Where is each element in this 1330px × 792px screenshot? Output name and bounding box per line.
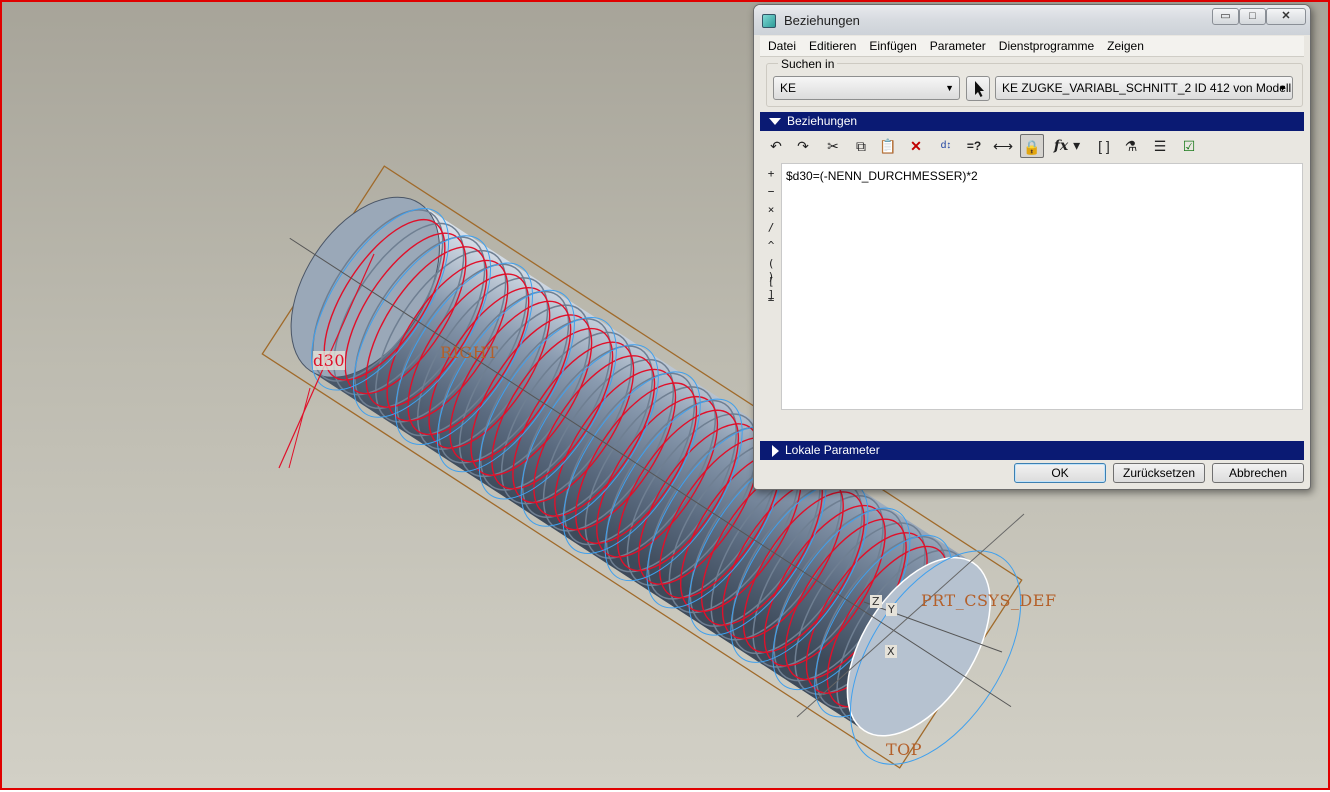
chevron-down-icon: ▼	[1278, 83, 1287, 93]
close-button[interactable]: ✕	[1266, 8, 1306, 25]
top-plane-label[interactable]: TOP	[886, 740, 922, 759]
chevron-down-icon: ▼	[945, 83, 954, 93]
verify-icon[interactable]: ⚗	[1119, 134, 1143, 158]
cut-icon[interactable]: ✂	[821, 134, 845, 158]
relations-section-label: Beziehungen	[787, 114, 858, 128]
operator-palette: + − × / ^ ( ) [ ] =	[764, 167, 778, 311]
operator-brackets[interactable]: [ ]	[764, 275, 778, 301]
brackets-icon[interactable]: [ ]	[1092, 134, 1116, 158]
minimize-button[interactable]: ▭	[1212, 8, 1239, 25]
menubar: Datei Editieren Einfügen Parameter Dienstpro…	[760, 36, 1304, 57]
maximize-button[interactable]: □	[1239, 8, 1266, 25]
ok-button[interactable]: OK	[1014, 463, 1106, 483]
show-dimension-icon[interactable]: ⟷	[991, 134, 1015, 158]
cancel-button[interactable]: Abbrechen	[1212, 463, 1304, 483]
menu-einfuegen[interactable]: Einfügen	[861, 36, 921, 53]
operator-divide[interactable]: /	[764, 221, 778, 239]
execute-icon[interactable]: ☑	[1177, 134, 1201, 158]
feature-select-value: KE ZUGKE_VARIABL_SCHNITT_2 ID 412 von Mo…	[1002, 81, 1292, 95]
operator-minus[interactable]: −	[764, 185, 778, 203]
menu-parameter[interactable]: Parameter	[922, 36, 991, 53]
local-params-section-label: Lokale Parameter	[785, 443, 880, 457]
sort-icon[interactable]: ☰	[1148, 134, 1172, 158]
local-params-section-header[interactable]: Lokale Parameter	[760, 441, 1304, 460]
function-icon[interactable]: fx ▾	[1050, 134, 1084, 158]
right-plane-label[interactable]: RIGHT	[440, 343, 498, 362]
relations-section-header[interactable]: Beziehungen	[760, 112, 1304, 131]
paste-icon[interactable]: 📋	[876, 134, 900, 158]
search-type-select[interactable]: KE ▼	[773, 76, 960, 100]
redo-icon[interactable]: ↷	[791, 134, 815, 158]
csys-label[interactable]: PRT_CSYS_DEF	[921, 591, 1057, 610]
relations-toolbar: ↶ ↷ ✂ ⧉ 📋 ✕ d↕ =? ⟷ 🔒 fx ▾ [ ] ⚗ ☰ ☑	[764, 134, 1300, 160]
switch-dimensions-icon[interactable]: d↕	[934, 134, 958, 158]
cursor-arrow-icon	[975, 81, 984, 97]
pick-feature-button[interactable]	[966, 76, 990, 101]
operator-equals[interactable]: =	[764, 293, 778, 311]
operator-plus[interactable]: +	[764, 167, 778, 185]
feature-select[interactable]: KE ZUGKE_VARIABL_SCHNITT_2 ID 412 von Mo…	[995, 76, 1293, 100]
expand-triangle-icon	[772, 444, 779, 457]
collapse-triangle-icon	[769, 118, 781, 126]
dimension-leader-2	[288, 387, 311, 469]
operator-parentheses[interactable]: ( )	[764, 257, 778, 283]
search-label: Suchen in	[778, 57, 838, 71]
delete-icon[interactable]: ✕	[904, 134, 928, 158]
operator-multiply[interactable]: ×	[764, 203, 778, 221]
dimension-label[interactable]: d30	[313, 351, 346, 370]
menu-editieren[interactable]: Editieren	[801, 36, 861, 53]
highlight-icon[interactable]: 🔒	[1020, 134, 1044, 158]
axis-z-label: Z	[870, 595, 882, 608]
copy-icon[interactable]: ⧉	[849, 134, 873, 158]
search-type-value: KE	[780, 81, 797, 95]
menu-dienstprogramme[interactable]: Dienstprogramme	[991, 36, 1099, 53]
menu-datei[interactable]: Datei	[760, 36, 801, 53]
axis-x-label: X	[885, 645, 897, 658]
axis-y-label: Y	[886, 603, 897, 616]
dialog-title: Beziehungen	[784, 13, 860, 28]
relations-editor[interactable]: $d30=(-NENN_DURCHMESSER)*2	[781, 163, 1303, 410]
operator-power[interactable]: ^	[764, 239, 778, 257]
relation-line[interactable]: $d30=(-NENN_DURCHMESSER)*2	[786, 169, 1298, 183]
app-icon	[762, 14, 776, 28]
menu-zeigen[interactable]: Zeigen	[1099, 36, 1149, 53]
dialog-titlebar[interactable]: Beziehungen ▭ □ ✕	[754, 5, 1310, 35]
undo-icon[interactable]: ↶	[764, 134, 788, 158]
evaluate-icon[interactable]: =?	[962, 134, 986, 158]
relations-dialog[interactable]: Beziehungen ▭ □ ✕ Datei Editieren Einfügen…	[753, 4, 1311, 490]
reset-button[interactable]: Zurücksetzen	[1113, 463, 1205, 483]
